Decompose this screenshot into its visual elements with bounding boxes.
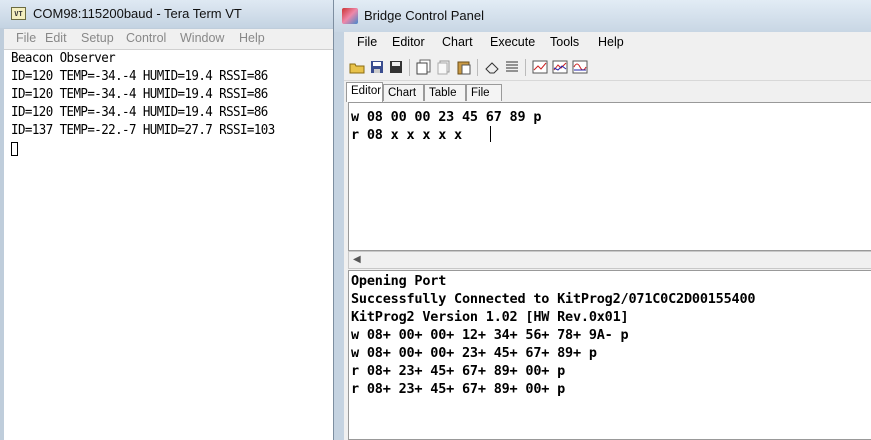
- bcp-menu-help[interactable]: Help: [598, 35, 624, 49]
- bcp-title: Bridge Control Panel: [364, 8, 484, 23]
- terminal-line: ID=120 TEMP=-34.-4 HUMID=19.4 RSSI=86: [11, 69, 268, 84]
- command-editor[interactable]: w 08 00 00 23 45 67 89 p r 08 x x x x x: [348, 102, 871, 251]
- terminal-line: ID=120 TEMP=-34.-4 HUMID=19.4 RSSI=86: [11, 105, 268, 120]
- tab-editor[interactable]: Editor: [346, 82, 383, 102]
- toolbar-separator: [477, 59, 478, 76]
- output-line: KitProg2 Version 1.02 [HW Rev.0x01]: [351, 309, 629, 325]
- teraterm-menubar: File Edit Setup Control Window Help: [4, 29, 340, 50]
- bridge-control-panel-window: Bridge Control Panel File Editor Chart E…: [333, 0, 871, 440]
- terminal-cursor: [11, 142, 18, 156]
- paste-icon[interactable]: [455, 58, 473, 76]
- tt-menu-edit[interactable]: Edit: [45, 31, 67, 45]
- output-line: w 08+ 00+ 00+ 12+ 34+ 56+ 78+ 9A- p: [351, 327, 629, 343]
- output-line: Successfully Connected to KitProg2/071C0…: [351, 291, 756, 307]
- output-log[interactable]: Opening Port Successfully Connected to K…: [348, 270, 871, 440]
- terminal-output[interactable]: Beacon Observer ID=120 TEMP=-34.-4 HUMID…: [4, 50, 336, 440]
- output-line: r 08+ 23+ 45+ 67+ 89+ 00+ p: [351, 381, 566, 397]
- text-caret: [490, 126, 491, 142]
- teraterm-titlebar[interactable]: VT COM98:115200baud - Tera Term VT: [0, 0, 340, 28]
- editor-line: r 08 x x x x x: [351, 127, 462, 143]
- output-line: r 08+ 23+ 45+ 67+ 89+ 00+ p: [351, 363, 566, 379]
- toolbar-separator: [409, 59, 410, 76]
- tt-menu-control[interactable]: Control: [126, 31, 166, 45]
- bcp-menu-editor[interactable]: Editor: [392, 35, 425, 49]
- output-line: w 08+ 00+ 00+ 23+ 45+ 67+ 89+ p: [351, 345, 597, 361]
- bcp-menu-chart[interactable]: Chart: [442, 35, 473, 49]
- tab-table[interactable]: Table: [424, 84, 466, 101]
- bcp-client-area: File Editor Chart Execute Tools Help Edi…: [344, 32, 871, 440]
- copy-document-icon[interactable]: [415, 58, 433, 76]
- terminal-line: ID=120 TEMP=-34.-4 HUMID=19.4 RSSI=86: [11, 87, 268, 102]
- chart-wave-icon[interactable]: [571, 58, 589, 76]
- scroll-left-arrow-icon[interactable]: ◀: [353, 254, 361, 265]
- tt-menu-help[interactable]: Help: [239, 31, 265, 45]
- bcp-menubar: File Editor Chart Execute Tools Help: [344, 32, 871, 53]
- save-icon[interactable]: [368, 58, 386, 76]
- teraterm-title: COM98:115200baud - Tera Term VT: [33, 6, 242, 21]
- bcp-menu-tools[interactable]: Tools: [550, 35, 579, 49]
- open-folder-icon[interactable]: [348, 58, 366, 76]
- tt-menu-window[interactable]: Window: [180, 31, 224, 45]
- list-icon[interactable]: [503, 58, 521, 76]
- bcp-menu-file[interactable]: File: [357, 35, 377, 49]
- tt-menu-file[interactable]: File: [16, 31, 36, 45]
- copy-icon[interactable]: [435, 58, 453, 76]
- teraterm-app-icon: VT: [11, 7, 26, 20]
- bcp-titlebar[interactable]: Bridge Control Panel: [334, 0, 871, 32]
- bcp-toolbar: [344, 54, 871, 81]
- toolbar-separator: [525, 59, 526, 76]
- teraterm-window: VT COM98:115200baud - Tera Term VT File …: [0, 0, 340, 440]
- editor-line: w 08 00 00 23 45 67 89 p: [351, 109, 542, 125]
- tab-file[interactable]: File: [466, 84, 502, 101]
- editor-horizontal-scrollbar[interactable]: ◀: [348, 251, 871, 269]
- tt-menu-setup[interactable]: Setup: [81, 31, 114, 45]
- tab-chart[interactable]: Chart: [383, 84, 424, 101]
- chart-icon[interactable]: [531, 58, 549, 76]
- bcp-app-icon: [342, 8, 358, 24]
- output-line: Opening Port: [351, 273, 447, 289]
- eraser-icon[interactable]: [483, 58, 501, 76]
- save-as-icon[interactable]: [387, 58, 405, 76]
- terminal-line: ID=137 TEMP=-22.-7 HUMID=27.7 RSSI=103: [11, 123, 275, 138]
- terminal-line: Beacon Observer: [11, 51, 116, 66]
- chart-multi-icon[interactable]: [551, 58, 569, 76]
- bcp-menu-execute[interactable]: Execute: [490, 35, 535, 49]
